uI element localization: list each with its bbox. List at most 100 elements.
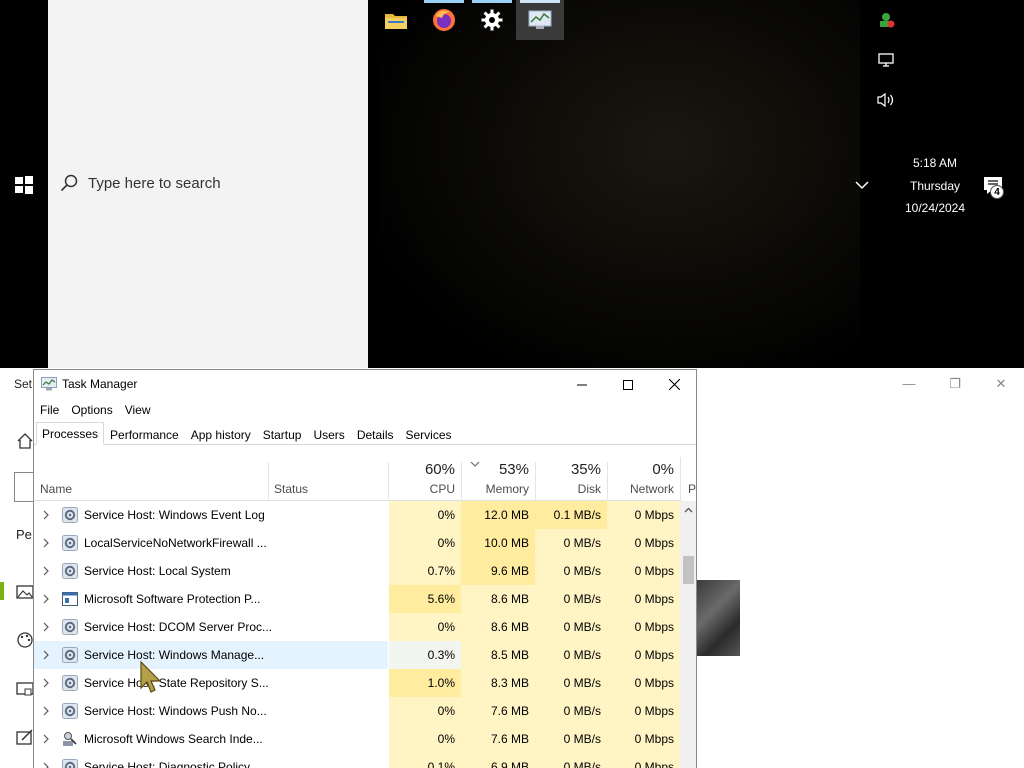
gear-icon: [62, 563, 78, 579]
settings-minimize-button[interactable]: —: [901, 376, 917, 392]
column-header-cpu[interactable]: 60% CPU: [389, 457, 461, 501]
network-value: 0 Mbps: [607, 641, 680, 669]
tab-processes[interactable]: Processes: [36, 422, 105, 445]
themes-icon[interactable]: [16, 728, 34, 746]
cpu-value: 0%: [389, 501, 461, 529]
memory-value: 7.6 MB: [461, 697, 535, 725]
notification-count-badge: 4: [990, 185, 1004, 199]
taskbar-task-manager[interactable]: [516, 0, 564, 40]
column-header-status[interactable]: Status: [274, 482, 308, 496]
gear-icon: [62, 535, 78, 551]
table-row[interactable]: Service Host: DCOM Server Proc... 0% 8.6 M…: [34, 613, 680, 641]
minimize-button[interactable]: [559, 370, 605, 399]
table-row[interactable]: Microsoft Windows Search Inde... 0% 7.6 MB…: [34, 725, 680, 753]
settings-close-button[interactable]: ✕: [993, 376, 1009, 392]
picture-icon[interactable]: [16, 583, 34, 601]
cpu-value: 0.7%: [389, 557, 461, 585]
menu-view[interactable]: View: [119, 399, 157, 421]
tab-app-history[interactable]: App history: [185, 423, 257, 445]
memory-value: 6.9 MB: [461, 753, 535, 768]
tray-network-status[interactable]: [872, 8, 900, 32]
chevron-down-icon[interactable]: [850, 173, 874, 197]
title-bar[interactable]: Task Manager: [34, 370, 696, 399]
pinned-apps: [372, 0, 564, 40]
taskbar-settings[interactable]: [468, 0, 516, 40]
table-row[interactable]: Service Host: Diagnostic Policy ... 0.1% 6…: [34, 753, 680, 768]
menu-options[interactable]: Options: [65, 399, 118, 421]
table-row[interactable]: Microsoft Software Protection P... 5.6% 8.…: [34, 585, 680, 613]
table-row[interactable]: Service Host: Windows Push No... 0% 7.6 MB…: [34, 697, 680, 725]
home-icon[interactable]: [16, 432, 34, 450]
settings-selected-indicator: [0, 582, 4, 600]
process-list: Service Host: Windows Event Log 0% 12.0 MB…: [34, 501, 680, 768]
taskbar-clock[interactable]: 5:18 AM Thursday 10/24/2024: [898, 152, 972, 220]
column-divider[interactable]: [461, 462, 462, 501]
column-divider[interactable]: [268, 462, 269, 501]
taskbar-firefox[interactable]: [420, 0, 468, 40]
column-divider[interactable]: [388, 462, 389, 501]
clock-day: Thursday: [909, 178, 961, 193]
maximize-button[interactable]: [605, 370, 651, 399]
scroll-up-button[interactable]: [680, 501, 696, 518]
table-row[interactable]: Service Host: State Repository S... 1.0% 8…: [34, 669, 680, 697]
windows-start-icon[interactable]: [14, 175, 34, 195]
scroll-thumb[interactable]: [683, 556, 694, 584]
process-name: Microsoft Software Protection P...: [84, 592, 261, 606]
memory-total: 53%: [498, 461, 529, 478]
column-header-power-partial[interactable]: P: [688, 482, 696, 496]
tab-details[interactable]: Details: [351, 423, 400, 445]
close-button[interactable]: [651, 370, 696, 399]
disk-label: Disk: [577, 482, 601, 496]
table-row[interactable]: Service Host: Local System 0.7% 9.6 MB 0 MB…: [34, 557, 680, 585]
tray-display[interactable]: [872, 48, 900, 72]
chevron-right-icon[interactable]: [41, 733, 51, 745]
tab-users[interactable]: Users: [307, 423, 350, 445]
column-header-name[interactable]: Name: [40, 482, 72, 496]
table-row[interactable]: Service Host: Windows Manage... 0.3% 8.5 M…: [34, 641, 680, 669]
disk-value: 0 MB/s: [535, 585, 607, 613]
vertical-scrollbar[interactable]: [680, 501, 696, 768]
network-total: 0%: [652, 461, 674, 478]
taskbar-file-explorer[interactable]: [372, 0, 420, 40]
column-divider[interactable]: [535, 462, 536, 501]
chevron-right-icon[interactable]: [41, 509, 51, 521]
palette-icon[interactable]: [16, 631, 34, 649]
taskbar-search[interactable]: Type here to search: [60, 174, 221, 192]
gear-icon: [62, 507, 78, 523]
chevron-right-icon[interactable]: [41, 677, 51, 689]
cpu-value: 5.6%: [389, 585, 461, 613]
tray-volume[interactable]: [872, 88, 900, 112]
tab-startup[interactable]: Startup: [257, 423, 308, 445]
table-row[interactable]: Service Host: Windows Event Log 0% 12.0 MB…: [34, 501, 680, 529]
chevron-right-icon[interactable]: [41, 705, 51, 717]
lock-screen-icon[interactable]: [16, 680, 34, 698]
search-placeholder: Type here to search: [88, 174, 221, 192]
network-value: 0 Mbps: [607, 753, 680, 768]
tab-services[interactable]: Services: [400, 423, 458, 445]
chevron-right-icon[interactable]: [41, 593, 51, 605]
gear-icon: [62, 619, 78, 635]
chevron-right-icon[interactable]: [41, 565, 51, 577]
chevron-right-icon[interactable]: [41, 761, 51, 768]
chevron-right-icon[interactable]: [41, 649, 51, 661]
tab-performance[interactable]: Performance: [104, 423, 185, 445]
disk-value: 0 MB/s: [535, 725, 607, 753]
disk-value: 0 MB/s: [535, 753, 607, 768]
chevron-right-icon[interactable]: [41, 537, 51, 549]
settings-restore-button[interactable]: ❐: [947, 376, 963, 392]
process-name: Service Host: DCOM Server Proc...: [84, 620, 273, 634]
search-icon: [60, 174, 78, 192]
chevron-right-icon[interactable]: [41, 621, 51, 633]
cpu-value: 0.3%: [389, 641, 461, 669]
memory-value: 12.0 MB: [461, 501, 535, 529]
disk-value: 0.1 MB/s: [535, 501, 607, 529]
column-divider[interactable]: [607, 462, 608, 501]
settings-section-label: Pe: [16, 527, 32, 542]
window-icon: [62, 592, 78, 606]
column-header-disk[interactable]: 35% Disk: [535, 457, 607, 501]
table-row[interactable]: LocalServiceNoNetworkFirewall ... 0% 10.0 …: [34, 529, 680, 557]
menu-bar: File Options View: [34, 399, 157, 421]
menu-file[interactable]: File: [34, 399, 65, 421]
column-header-network[interactable]: 0% Network: [607, 457, 680, 501]
disk-value: 0 MB/s: [535, 613, 607, 641]
